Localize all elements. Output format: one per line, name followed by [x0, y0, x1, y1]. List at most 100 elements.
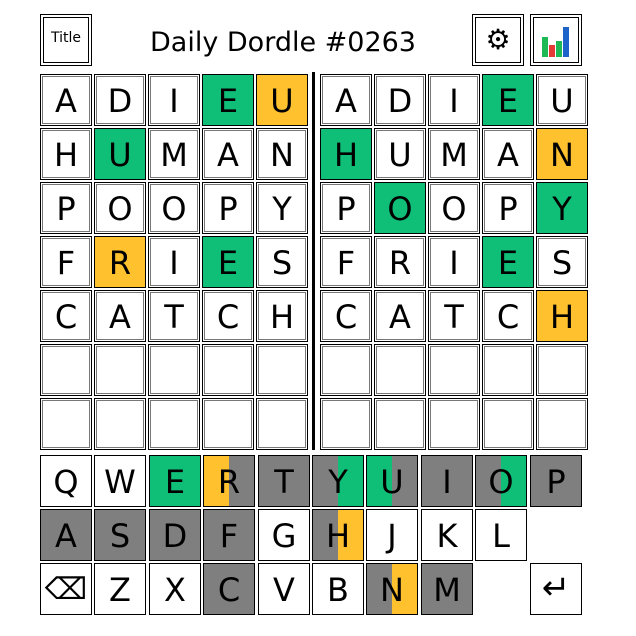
key-k[interactable]: K: [421, 509, 473, 561]
board-2-cell: P: [482, 182, 534, 234]
key-n[interactable]: N: [366, 563, 418, 615]
game-title: Daily Dordle #0263: [149, 27, 416, 58]
board-1-cell: Y: [256, 182, 308, 234]
settings-button[interactable]: ⚙: [472, 14, 524, 66]
cell-letter: H: [269, 298, 295, 336]
cell-letter: O: [107, 190, 133, 228]
enter-key[interactable]: ↵: [530, 563, 582, 615]
key-z[interactable]: Z: [94, 563, 146, 615]
cell-letter: P: [56, 190, 76, 228]
key-p[interactable]: P: [530, 455, 582, 507]
key-a[interactable]: A: [40, 509, 92, 561]
key-i[interactable]: I: [421, 455, 473, 507]
key-label: W: [104, 463, 136, 501]
key-r[interactable]: R: [203, 455, 255, 507]
board-1-cell: U: [256, 74, 308, 126]
board-1-cell: T: [148, 290, 200, 342]
key-w[interactable]: W: [94, 455, 146, 507]
board-1-cell: F: [40, 236, 92, 288]
cell-letter: U: [550, 82, 574, 120]
key-label: O: [488, 463, 514, 501]
key-c[interactable]: C: [203, 563, 255, 615]
board-1-cell: E: [202, 236, 254, 288]
key-f[interactable]: F: [203, 509, 255, 561]
board-2-cell: I: [428, 236, 480, 288]
key-t[interactable]: T: [258, 455, 310, 507]
key-label: G: [271, 517, 297, 555]
board-2-cell: S: [536, 236, 588, 288]
board-2-cell: C: [320, 290, 372, 342]
cell-letter: U: [388, 136, 412, 174]
key-h[interactable]: H: [312, 509, 364, 561]
key-g[interactable]: G: [258, 509, 310, 561]
key-v[interactable]: V: [258, 563, 310, 615]
bar-chart-icon: [539, 25, 575, 59]
board-1-cell: P: [40, 182, 92, 234]
stats-button[interactable]: [530, 14, 582, 66]
key-b[interactable]: B: [312, 563, 364, 615]
key-label: B: [327, 571, 349, 609]
key-blank: [475, 563, 527, 615]
key-label: L: [492, 517, 510, 555]
key-half-board2: [556, 510, 581, 560]
cell-letter: M: [160, 136, 188, 174]
board-1-cell: [256, 398, 308, 450]
key-s[interactable]: S: [94, 509, 146, 561]
cell-letter: F: [56, 244, 76, 282]
board-1-cell: [40, 398, 92, 450]
key-l[interactable]: L: [475, 509, 527, 561]
key-label: R: [217, 463, 241, 501]
cell-letter: P: [336, 190, 356, 228]
board-2-cell: [536, 398, 588, 450]
key-label: J: [387, 517, 397, 555]
key-label: Y: [328, 463, 348, 501]
cell-letter: C: [334, 298, 358, 336]
board-1-cell: A: [202, 128, 254, 180]
key-x[interactable]: X: [149, 563, 201, 615]
key-o[interactable]: O: [475, 455, 527, 507]
board-2-cell: N: [536, 128, 588, 180]
cell-letter: A: [217, 136, 239, 174]
board-2-cell: O: [428, 182, 480, 234]
board-2-cell: H: [320, 128, 372, 180]
key-label: K: [436, 517, 458, 555]
cell-letter: D: [387, 82, 413, 120]
key-e[interactable]: E: [149, 455, 201, 507]
board-1-cell: N: [256, 128, 308, 180]
cell-letter: C: [496, 298, 520, 336]
backspace-key[interactable]: ⌫: [40, 563, 92, 615]
key-u[interactable]: U: [366, 455, 418, 507]
key-q[interactable]: Q: [40, 455, 92, 507]
key-m[interactable]: M: [421, 563, 473, 615]
cell-letter: E: [217, 244, 239, 282]
cell-letter: S: [271, 244, 293, 282]
key-half-board1: [531, 510, 556, 560]
cell-letter: O: [161, 190, 187, 228]
cell-letter: E: [497, 82, 519, 120]
key-j[interactable]: J: [366, 509, 418, 561]
cell-letter: A: [335, 82, 357, 120]
title-button[interactable]: Title: [40, 14, 92, 66]
board-1-cell: [202, 344, 254, 396]
key-label: X: [164, 571, 186, 609]
board-1-cell: H: [40, 128, 92, 180]
board-1-cell: D: [94, 74, 146, 126]
board-divider: [312, 72, 315, 450]
key-y[interactable]: Y: [312, 455, 364, 507]
board-1-cell: P: [202, 182, 254, 234]
key-label: N: [380, 571, 404, 609]
cell-letter: I: [169, 244, 179, 282]
board-1-cell: A: [94, 290, 146, 342]
board-1-cell: [40, 344, 92, 396]
board-1-cell: I: [148, 74, 200, 126]
cell-letter: T: [444, 298, 464, 336]
board-2-cell: I: [428, 74, 480, 126]
cell-letter: T: [164, 298, 184, 336]
key-d[interactable]: D: [149, 509, 201, 561]
cell-letter: Y: [272, 190, 292, 228]
board-1-cell: C: [202, 290, 254, 342]
board-2-cell: U: [374, 128, 426, 180]
key-label: M: [433, 571, 461, 609]
cell-letter: D: [107, 82, 133, 120]
cell-letter: N: [270, 136, 294, 174]
